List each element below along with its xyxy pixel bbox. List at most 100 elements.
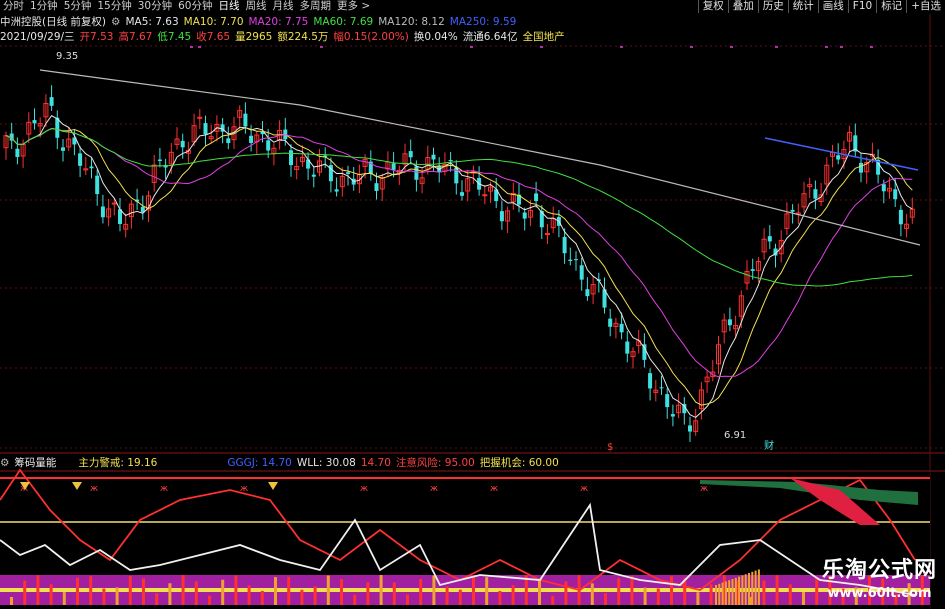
butterfly-marker: ж — [430, 484, 438, 494]
candle-body — [608, 318, 613, 327]
kline-chart[interactable]: жжжжжжжжж 9.35 6.91 $ 财 — [0, 0, 945, 609]
volume-bar — [762, 580, 766, 605]
butterfly-marker: ж — [360, 484, 368, 494]
candle-body — [522, 212, 527, 219]
volume-bar — [168, 583, 172, 605]
volume-bar — [76, 577, 79, 605]
ma-line-250 — [764, 137, 919, 171]
butterfly-marker: ж — [240, 484, 248, 494]
indicator-name[interactable]: 筹码量能 — [14, 455, 56, 470]
volume-bar — [142, 578, 145, 605]
candle-body — [881, 184, 886, 192]
candle-body — [157, 159, 162, 161]
candle-body — [414, 166, 419, 180]
candle-body — [197, 116, 203, 119]
volume-bar — [234, 575, 238, 605]
chance-value: 把握机会: 60.00 — [479, 457, 559, 469]
candle-body — [585, 289, 590, 297]
volume-bar — [564, 581, 568, 605]
candle-body — [266, 140, 271, 151]
volume-bar — [815, 577, 819, 605]
candle-body — [659, 387, 664, 389]
candle-body — [534, 193, 539, 202]
volume-bar — [788, 584, 792, 605]
volume-bar — [221, 579, 225, 605]
candle-body — [670, 414, 675, 417]
candle-body — [836, 155, 841, 160]
candle-body — [898, 209, 903, 225]
event-marker-finance[interactable]: 财 — [764, 439, 774, 452]
volume-bar — [617, 578, 621, 605]
volume-bar — [754, 570, 757, 605]
candle-body — [391, 163, 396, 170]
volume-bar — [458, 589, 462, 605]
butterfly-marker: ж — [160, 484, 168, 494]
volume-bar — [696, 592, 700, 605]
risk-value: 注意风险: 95.00 — [395, 457, 475, 469]
volume-bar — [643, 587, 647, 605]
candle-body — [859, 162, 863, 173]
event-marker-dollar[interactable]: $ — [607, 442, 613, 453]
volume-bar — [392, 582, 396, 605]
volume-bar — [604, 593, 607, 605]
volume-bar — [709, 584, 713, 605]
volume-bar — [89, 576, 93, 605]
volume-bar — [181, 575, 185, 605]
candle-body — [482, 194, 488, 197]
candle-body — [688, 425, 692, 432]
candle-body — [665, 394, 670, 408]
volume-bar — [551, 595, 555, 605]
wll-value: WLL: 30.08 — [296, 456, 356, 469]
indicator-settings-icon[interactable]: ⚙ — [0, 457, 9, 469]
volume-bar — [353, 594, 357, 605]
ma-line-10 — [5, 127, 913, 406]
ma-line-120 — [39, 69, 921, 246]
volume-bar — [36, 575, 40, 605]
butterfly-marker: ж — [700, 484, 708, 494]
volume-bar — [757, 569, 760, 605]
volume-bar — [366, 582, 370, 605]
candle-body — [460, 192, 464, 196]
candle-body — [579, 265, 584, 280]
volume-bar — [194, 581, 198, 605]
volume-bar — [734, 577, 737, 605]
volume-bar — [155, 593, 159, 605]
volume-bar — [326, 575, 330, 605]
candle-body — [448, 160, 453, 162]
volume-bar — [511, 585, 515, 605]
candle-body — [346, 172, 350, 174]
volume-bar — [274, 577, 277, 605]
volume-bar — [744, 574, 747, 605]
v2-value: 14.70 — [360, 456, 391, 469]
volume-bar — [472, 576, 475, 605]
volume-bar — [128, 575, 132, 605]
candle-body — [203, 123, 208, 135]
volume-bar — [670, 576, 673, 605]
volume-bar — [775, 575, 779, 605]
candle-body — [226, 138, 231, 144]
candlesticks — [3, 85, 915, 443]
candle-body — [568, 259, 573, 261]
volume-bar — [721, 582, 724, 605]
volume-bar — [731, 579, 734, 605]
candle-body — [374, 183, 379, 191]
candle-body — [625, 341, 630, 354]
indicator-info-bar: ⚙ 筹码量能 主力警戒: 19.16 GGGJ: 14.70 WLL: 30.0… — [0, 455, 564, 470]
volume-bar — [313, 586, 317, 605]
volume-bar — [498, 590, 502, 605]
watermark: 乐淘公式网 www.60lt.com — [822, 552, 937, 601]
volume-bar — [445, 586, 449, 605]
candle-body — [78, 153, 83, 166]
candle-body — [750, 269, 755, 271]
volume-bar — [728, 580, 731, 605]
candle-body — [15, 148, 20, 158]
candle-body — [499, 211, 504, 222]
volume-bar — [741, 575, 744, 605]
candle-body — [243, 113, 248, 127]
volume-bar — [247, 585, 251, 605]
volume-bar — [802, 591, 805, 605]
watermark-title: 乐淘公式网 — [821, 558, 937, 583]
candle-body — [727, 319, 732, 326]
volume-bar — [115, 587, 119, 605]
volume-bar — [485, 577, 489, 605]
